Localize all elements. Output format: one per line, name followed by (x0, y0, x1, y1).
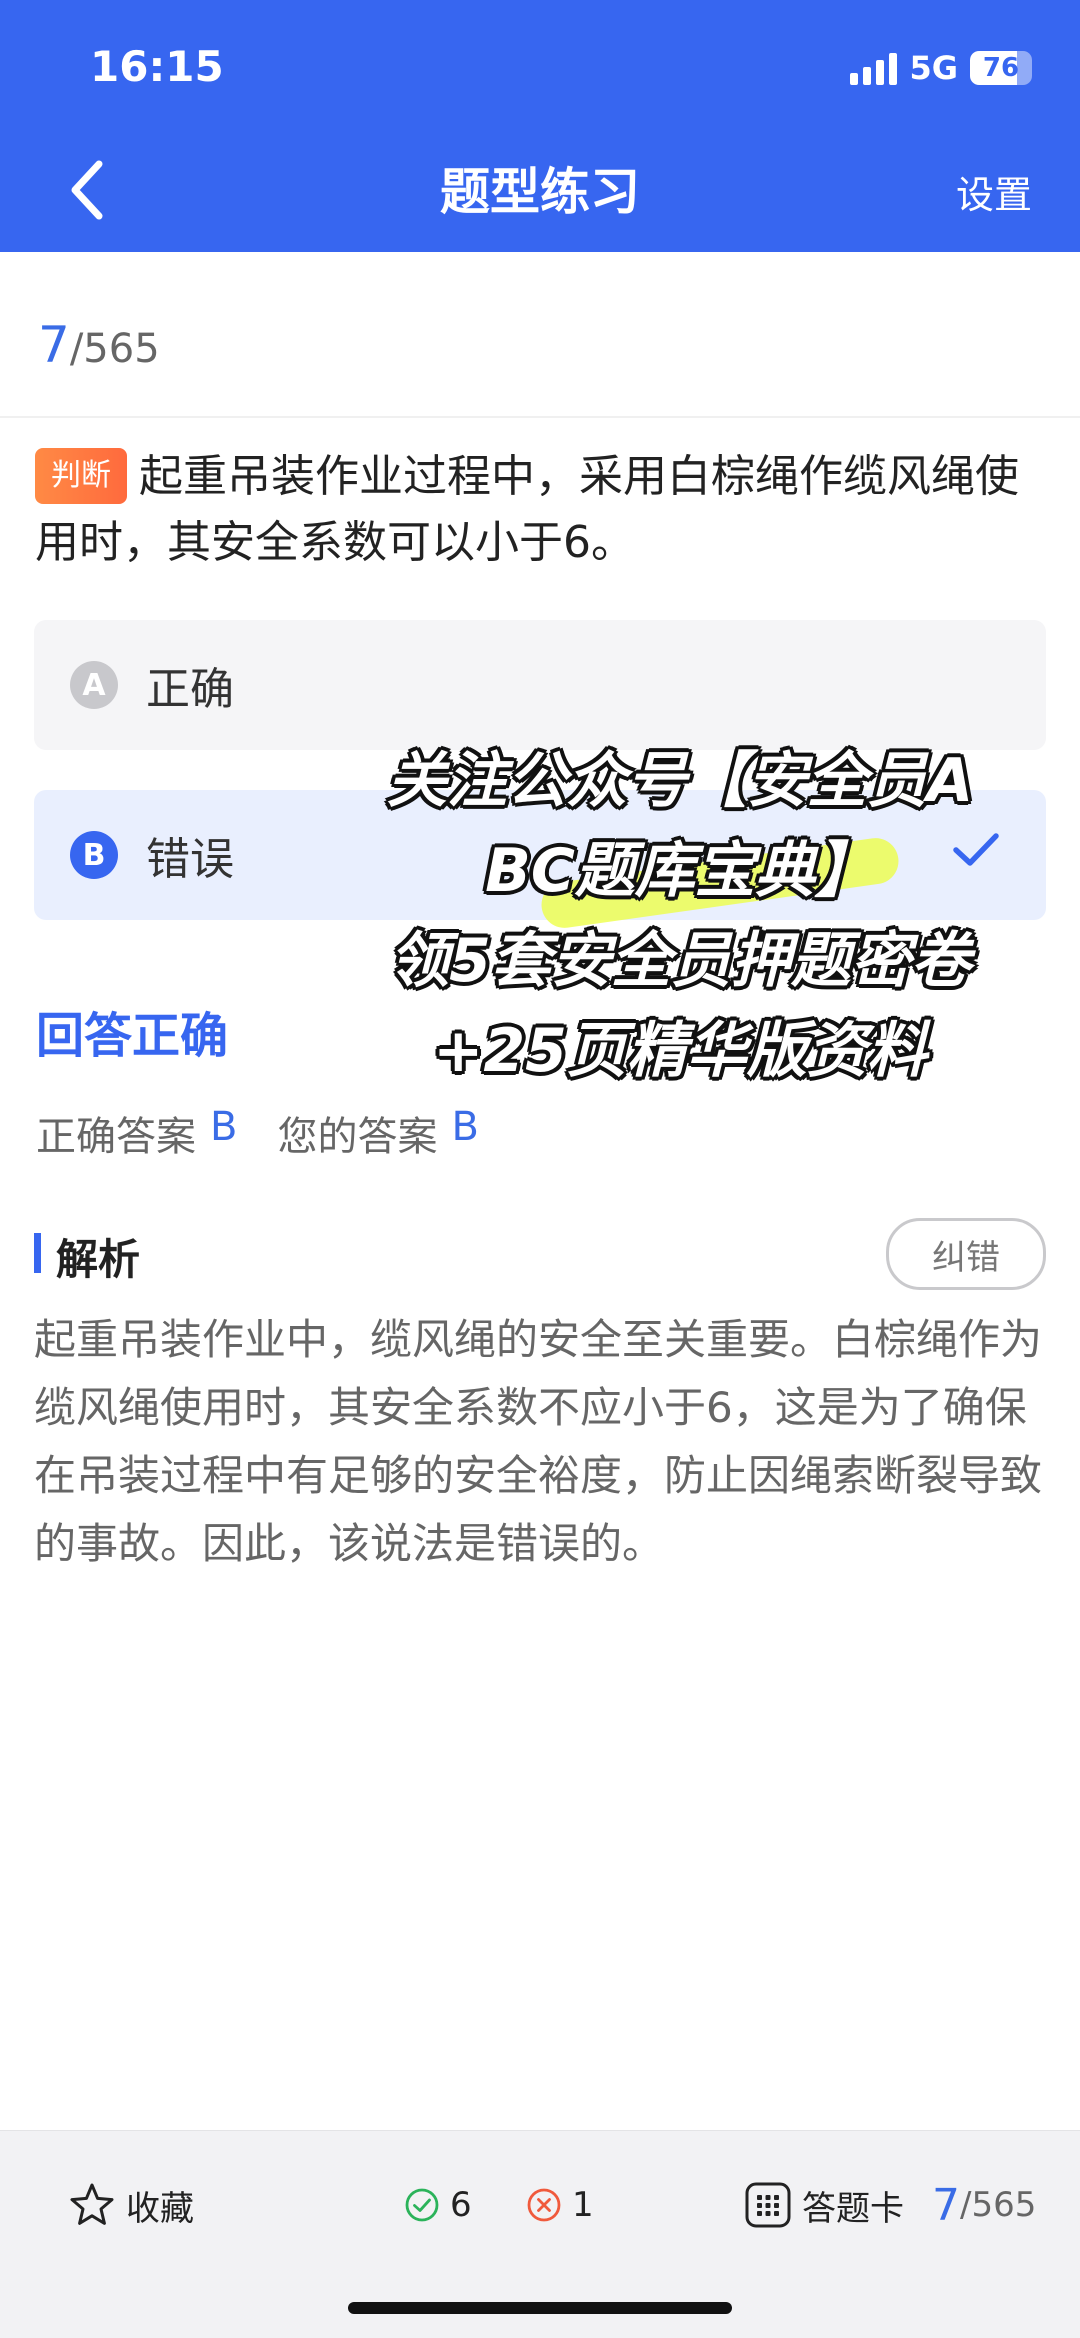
analysis-text: 起重吊装作业中，缆风绳的安全至关重要。白棕绳作为缆风绳使用时，其安全系数不应小于… (34, 1315, 1043, 1568)
watermark-line: +25页精华版资料 (433, 1016, 927, 1086)
app-header: 16:15 5G 76 题型练习 设置 (0, 0, 1080, 252)
divider (0, 416, 1080, 418)
correct-answer-value: B (210, 1104, 238, 1150)
promo-watermark: 关注公众号【安全员A BC题库宝典】 领5套安全员押题密卷 +25页精华版资料 (300, 736, 1060, 1096)
home-indicator (348, 2302, 732, 2314)
wrong-count-value: 1 (572, 2185, 594, 2225)
report-error-button[interactable]: 纠错 (886, 1218, 1046, 1290)
question-type-badge: 判断 (35, 448, 127, 504)
signal-icon (850, 51, 898, 85)
back-button[interactable] (52, 150, 122, 230)
network-type: 5G (909, 49, 958, 87)
toolbar-progress: 7/565 (932, 2177, 1036, 2233)
favorite-label: 收藏 (126, 2188, 194, 2229)
chevron-left-icon (71, 160, 103, 220)
option-letter: B (70, 831, 118, 879)
question-text-block: 判断 起重吊装作业过程中，采用白棕绳作缆风绳使用时，其安全系数可以小于6。 (35, 444, 1045, 576)
status-time: 16:15 (90, 42, 224, 91)
grid-icon (745, 2182, 791, 2228)
check-circle-icon (405, 2188, 439, 2222)
progress-current: 7 (38, 316, 70, 374)
question-progress: 7/565 (38, 316, 160, 374)
answer-card-button[interactable]: 答题卡 (744, 2177, 904, 2233)
section-accent-bar (34, 1233, 41, 1273)
result-status: 回答正确 (36, 1008, 229, 1064)
option-letter: A (70, 661, 118, 709)
toolbar-progress-current: 7 (932, 2179, 960, 2231)
option-text: 正确 (146, 664, 234, 715)
your-answer-value: B (451, 1104, 479, 1150)
battery-level: 76 (982, 53, 1020, 83)
watermark-line: 领5套安全员押题密卷 (389, 926, 971, 996)
correct-answer-label: 正确答案 (36, 1114, 196, 1160)
wrong-count: 1 (526, 2177, 594, 2233)
page-title: 题型练习 (440, 163, 640, 221)
star-icon (70, 2183, 114, 2225)
answer-summary: 正确答案 B 您的答案 B (36, 1104, 479, 1162)
favorite-button[interactable]: 收藏 (68, 2177, 194, 2233)
option-a[interactable]: A 正确 (34, 620, 1046, 750)
right-count-value: 6 (450, 2185, 472, 2225)
settings-button[interactable]: 设置 (956, 164, 1032, 219)
progress-total: /565 (69, 326, 160, 372)
watermark-line: 关注公众号【安全员A (386, 746, 974, 816)
battery-icon: 76 (970, 51, 1032, 85)
cross-circle-icon (527, 2188, 561, 2222)
your-answer-label: 您的答案 (277, 1114, 438, 1160)
toolbar-progress-total: /565 (960, 2185, 1037, 2225)
option-text: 错误 (146, 834, 234, 885)
analysis-title: 解析 (56, 1235, 141, 1284)
question-text: 起重吊装作业过程中，采用白棕绳作缆风绳使用时，其安全系数可以小于6。 (35, 451, 1019, 568)
right-count: 6 (404, 2177, 472, 2233)
status-indicators: 5G 76 (850, 46, 1032, 90)
watermark-line: BC题库宝典】 (485, 836, 875, 906)
answer-card-label: 答题卡 (802, 2188, 904, 2229)
